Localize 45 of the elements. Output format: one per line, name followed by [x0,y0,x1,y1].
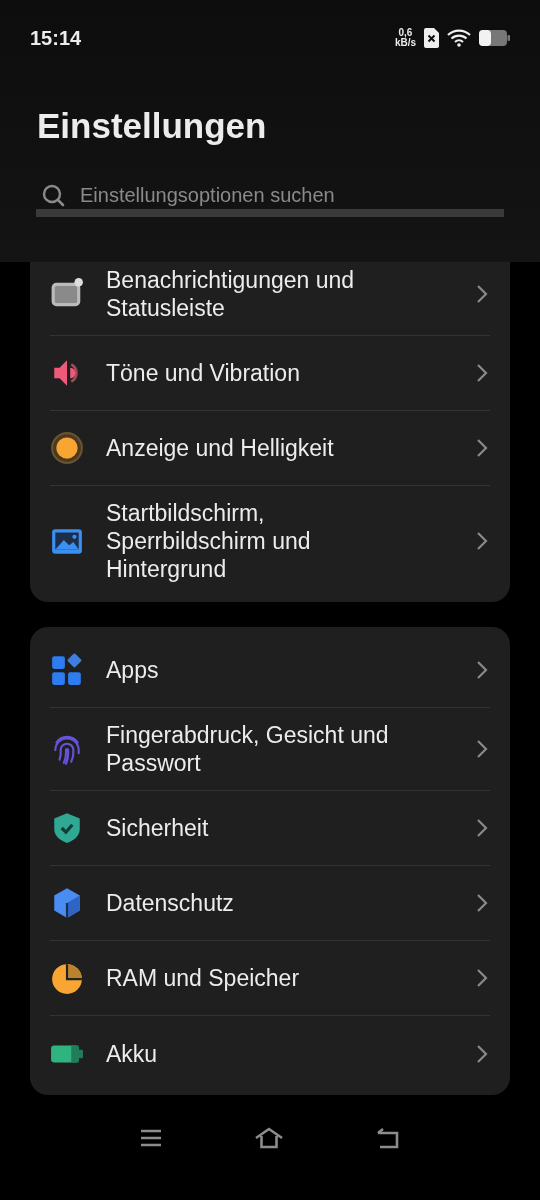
settings-item[interactable]: Fingerabdruck, Gesicht und Passwort [50,708,490,791]
item-label: Benachrichtigungen und Statusleiste [106,266,356,322]
chevron-right-icon [476,739,488,759]
settings-item[interactable]: Töne und Vibration [50,336,490,411]
item-label: Datenschutz [106,889,235,917]
chevron-right-icon [476,363,488,383]
chevron-right-icon [476,284,488,304]
battery-icon [479,30,510,46]
clock: 15:14 [30,26,82,51]
settings-item[interactable]: Apps [50,633,490,708]
search-icon [42,184,66,208]
settings-item[interactable]: Datenschutz [50,866,490,941]
settings-item[interactable]: Akku [50,1016,490,1091]
page-title: Einstellungen [36,105,268,147]
settings-item[interactable]: Benachrichtigungen und Statusleiste [50,262,490,336]
item-label: Startbildschirm, Sperrbildschirm und Hintergrund [106,499,312,583]
chevron-right-icon [476,968,488,988]
sun-circle-icon [50,431,84,465]
apps-grid-icon [50,653,84,687]
item-label: RAM und Speicher [106,964,301,992]
settings-item[interactable]: RAM und Speicher [50,941,490,1016]
item-label: Fingerabdruck, Gesicht und Passwort [106,721,390,777]
chevron-right-icon [476,1043,488,1064]
chevron-right-icon [476,893,488,913]
network-speed-unit: kB/s [394,38,416,48]
chevron-right-icon [476,818,488,838]
chevron-right-icon [476,438,488,458]
search-field[interactable]: Einstellungsoptionen suchen [80,182,480,208]
item-label: Apps [106,656,160,684]
item-label: Sicherheit [106,814,210,842]
back-icon[interactable] [375,1127,400,1149]
settings-item[interactable]: Startbildschirm, Sperrbildschirm und Hintergrund [50,486,490,596]
sim-card-icon [424,28,439,48]
item-label: Anzeige und Helligkeit [106,434,335,462]
settings-item[interactable]: Anzeige und Helligkeit [50,411,490,486]
chevron-right-icon [476,531,488,551]
pie-chart-icon [50,961,84,995]
network-speed-value: 0,6 [398,28,413,38]
item-label: Akku [106,1039,159,1068]
menu-icon[interactable] [140,1129,162,1147]
chevron-right-icon [476,660,488,680]
home-icon[interactable] [254,1127,283,1149]
settings-item[interactable]: Sicherheit [50,791,490,866]
wifi-icon [447,29,471,47]
item-label: Töne und Vibration [106,359,301,387]
